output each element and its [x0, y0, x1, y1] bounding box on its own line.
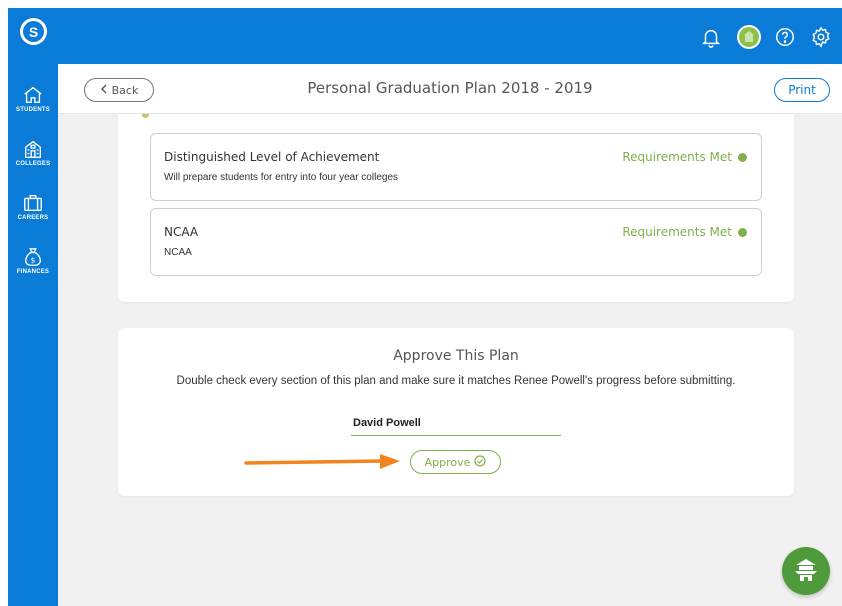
bell-icon[interactable]: [698, 24, 724, 50]
requirements-card: Distinguished Level of Achievement Will …: [118, 114, 794, 302]
requirement-title: Distinguished Level of Achievement: [164, 150, 380, 164]
signature-input[interactable]: [351, 410, 561, 436]
main-content: Back Personal Graduation Plan 2018 - 201…: [58, 64, 842, 606]
sidebar-item-finances[interactable]: $ FINANCES: [8, 246, 58, 275]
top-bar: S: [8, 8, 842, 64]
briefcase-icon: [24, 194, 42, 212]
pagoda-icon: [795, 559, 817, 581]
requirement-title: NCAA: [164, 225, 199, 239]
logo-letter: S: [23, 21, 44, 42]
sidebar-item-label: FINANCES: [16, 269, 50, 275]
svg-text:$: $: [31, 256, 36, 265]
sidebar-item-label: COLLEGES: [15, 161, 51, 167]
page-header: Back Personal Graduation Plan 2018 - 201…: [58, 64, 842, 114]
help-icon[interactable]: [772, 24, 798, 50]
sidebar-item-careers[interactable]: CAREERS: [8, 192, 58, 221]
page-title: Personal Graduation Plan 2018 - 2019: [307, 79, 593, 97]
approve-title: Approve This Plan: [393, 348, 519, 364]
approve-button-label: Approve: [424, 455, 471, 469]
sidebar: STUDENTS COLLEGES CAREERS $ FINANCES: [8, 64, 58, 606]
app: S STUDENTS COLLEGES CAREERS $ FINANCES B…: [0, 0, 842, 606]
scrolled-marker: [142, 114, 149, 118]
building-icon: [24, 140, 42, 158]
approve-description: Double check every section of this plan …: [176, 375, 736, 387]
settings-icon[interactable]: [808, 24, 834, 50]
requirement-status-label: Requirements Met: [622, 150, 732, 164]
requirement-item: Distinguished Level of Achievement Will …: [150, 133, 762, 201]
avatar[interactable]: [736, 24, 762, 50]
money-bag-icon: $: [24, 248, 42, 266]
orange-arrow: [244, 454, 400, 469]
sidebar-item-colleges[interactable]: COLLEGES: [8, 138, 58, 167]
logo[interactable]: S: [20, 18, 47, 45]
requirement-status: Requirements Met: [622, 225, 747, 239]
requirement-status-label: Requirements Met: [622, 225, 732, 239]
requirement-status: Requirements Met: [622, 150, 747, 164]
status-dot: [738, 227, 747, 237]
approve-button[interactable]: Approve: [410, 450, 501, 474]
sidebar-item-label: STUDENTS: [16, 107, 50, 113]
approve-card: Approve This Plan Double check every sec…: [118, 328, 794, 496]
sidebar-item-students[interactable]: STUDENTS: [8, 84, 58, 113]
requirement-description: Will prepare students for entry into fou…: [164, 172, 398, 183]
sidebar-item-label: CAREERS: [17, 215, 49, 221]
check-circle-icon: [474, 454, 486, 470]
status-dot: [738, 152, 747, 162]
fab-button[interactable]: [782, 547, 830, 595]
requirement-item: NCAA NCAA Requirements Met: [150, 208, 762, 276]
requirement-description: NCAA: [164, 247, 192, 258]
house-icon: [24, 86, 42, 104]
print-button[interactable]: Print: [774, 78, 830, 102]
